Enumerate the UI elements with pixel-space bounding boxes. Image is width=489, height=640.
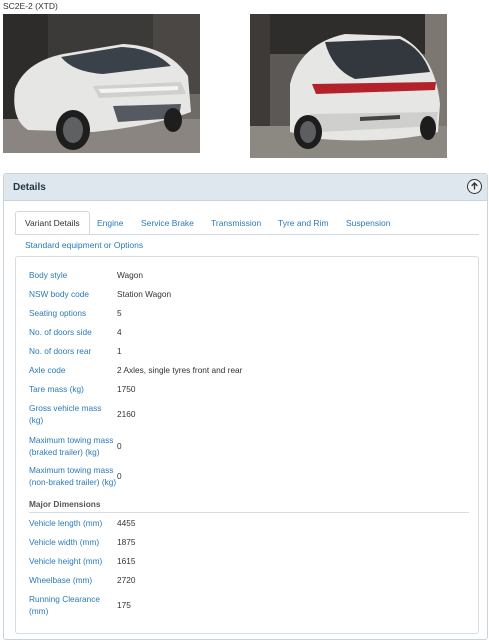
- detail-label: Gross vehicle mass (kg): [29, 403, 102, 425]
- tab-tyre-and-rim[interactable]: Tyre and Rim: [278, 218, 329, 228]
- major-dimensions-heading: Major Dimensions: [29, 499, 101, 509]
- detail-value: 2160: [117, 409, 136, 419]
- variant-details-content: Body style Wagon NSW body code Station W…: [15, 256, 479, 634]
- arrow-up-circle-icon[interactable]: [467, 179, 482, 194]
- detail-label: Seating options: [29, 308, 87, 318]
- detail-label: Maximum towing mass (braked trailer) (kg…: [29, 435, 114, 457]
- model-code: SC2E-2 (XTD): [3, 1, 58, 11]
- detail-label: NSW body code: [29, 289, 89, 299]
- dimension-label: Vehicle height (mm): [29, 556, 103, 566]
- detail-value: 0: [117, 471, 122, 481]
- detail-label: Body style: [29, 270, 68, 280]
- section-divider: [29, 512, 469, 513]
- dimension-label: Wheelbase (mm): [29, 575, 93, 585]
- detail-value: 0: [117, 441, 122, 451]
- detail-value: Station Wagon: [117, 289, 172, 299]
- detail-label: Axle code: [29, 365, 66, 375]
- tab-variant-details[interactable]: Variant Details: [15, 211, 90, 235]
- dimension-label: Vehicle length (mm): [29, 518, 103, 528]
- dimension-value: 4455: [117, 518, 136, 528]
- tab-suspension[interactable]: Suspension: [346, 218, 390, 228]
- tab-standard-equipment[interactable]: Standard equipment or Options: [25, 240, 143, 250]
- details-panel: Details Variant Details Engine Service B…: [3, 173, 488, 640]
- tab-engine[interactable]: Engine: [97, 218, 123, 228]
- detail-value: 5: [117, 308, 122, 318]
- detail-value: 4: [117, 327, 122, 337]
- tab-transmission[interactable]: Transmission: [211, 218, 261, 228]
- dimension-value: 175: [117, 600, 131, 610]
- detail-value: Wagon: [117, 270, 143, 280]
- detail-value: 1: [117, 346, 122, 356]
- dimension-label: Vehicle width (mm): [29, 537, 100, 547]
- detail-label: Maximum towing mass (non-braked trailer)…: [29, 465, 117, 487]
- dimension-value: 1615: [117, 556, 136, 566]
- dimension-value: 1875: [117, 537, 136, 547]
- dimension-label: Running Clearance (mm): [29, 594, 101, 616]
- detail-value: 2 Axles, single tyres front and rear: [117, 365, 243, 375]
- detail-label: No. of doors side: [29, 327, 92, 337]
- details-panel-header[interactable]: Details: [4, 174, 487, 201]
- tabs-divider: [15, 234, 479, 235]
- vehicle-front-photo[interactable]: [3, 14, 200, 153]
- vehicle-rear-photo[interactable]: [250, 14, 447, 158]
- tab-service-brake[interactable]: Service Brake: [141, 218, 194, 228]
- dimension-value: 2720: [117, 575, 136, 585]
- detail-value: 1750: [117, 384, 136, 394]
- detail-label: No. of doors rear: [29, 346, 92, 356]
- detail-label: Tare mass (kg): [29, 384, 84, 394]
- details-panel-title: Details: [13, 182, 46, 193]
